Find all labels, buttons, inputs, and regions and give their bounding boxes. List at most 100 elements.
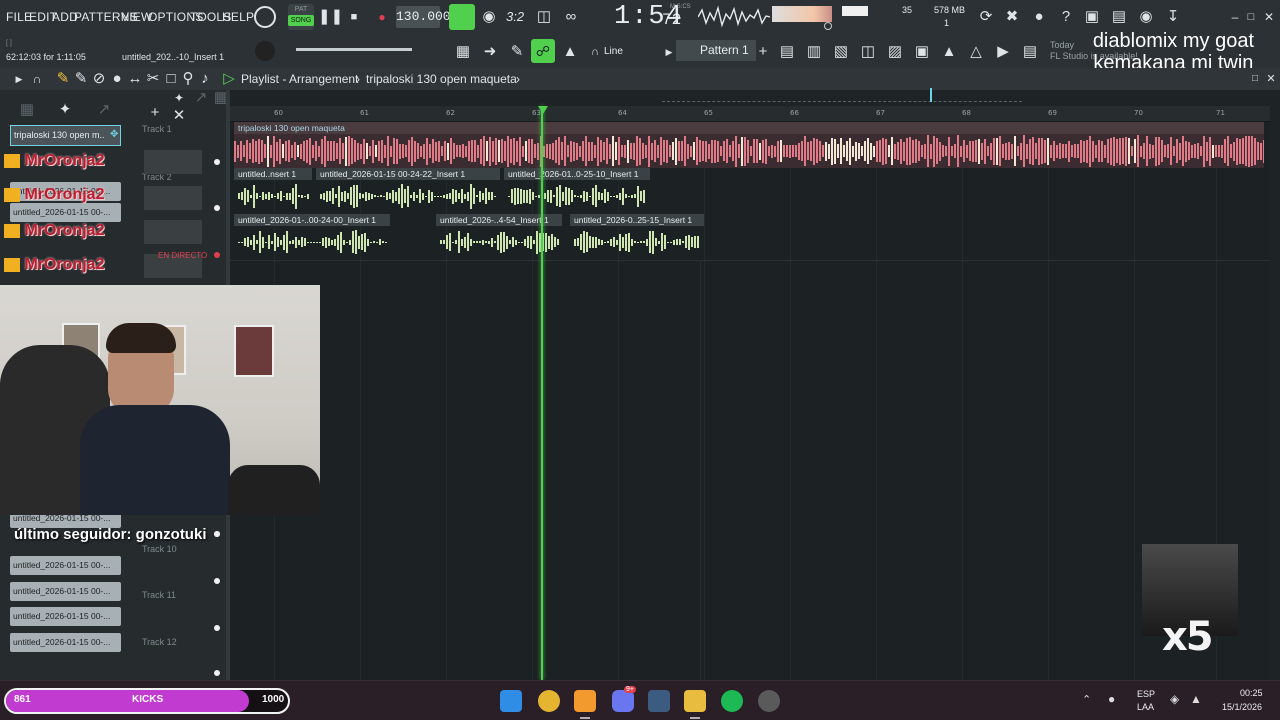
menu-help[interactable]: HELP <box>222 10 254 24</box>
stamp-icon[interactable]: ▲ <box>559 42 581 62</box>
browser-icon[interactable]: ▨ <box>884 42 906 62</box>
pitch-knob[interactable] <box>824 22 832 30</box>
windows-start-icon[interactable] <box>500 690 522 712</box>
wait-for-input-icon[interactable]: ◉ <box>478 7 500 27</box>
clock-time[interactable]: 00:25 <box>1240 688 1263 698</box>
cut-icon[interactable]: ✖ <box>1001 7 1023 27</box>
pattern-chip[interactable]: untitled_2026-01-15 00-... <box>10 607 121 626</box>
timeline-ruler[interactable]: 60 61 62 63 64 65 66 67 68 69 70 71 <box>230 106 1270 122</box>
download-icon[interactable]: ↧ <box>1162 7 1184 27</box>
snap-mode[interactable]: Line <box>604 46 623 57</box>
project-icon[interactable]: ▣ <box>911 42 933 62</box>
pattern-chip[interactable]: untitled_2026-01-15 00-... <box>10 203 121 222</box>
track-12-led[interactable] <box>214 625 220 631</box>
magnet-icon[interactable]: ∩ <box>584 42 606 62</box>
track-2-led[interactable] <box>214 205 220 211</box>
wifi-icon[interactable]: ◈ <box>1170 692 1179 706</box>
steam-icon[interactable] <box>648 690 670 712</box>
playlist-icon[interactable]: ▤ <box>776 42 798 62</box>
track-13-led[interactable] <box>214 670 220 676</box>
channel-knob[interactable] <box>255 41 275 61</box>
tray-mic-icon[interactable]: ● <box>1108 692 1115 706</box>
tutorial-icon[interactable]: ▶ <box>992 42 1014 62</box>
save-icon[interactable]: ▣ <box>1081 7 1103 27</box>
brush-icon[interactable]: ✎ <box>506 42 528 62</box>
discord-icon[interactable] <box>612 690 634 712</box>
pattern-chip[interactable]: untitled_2026-01-15 00-... <box>10 582 121 601</box>
track-9-led[interactable] <box>214 531 220 537</box>
refresh-icon[interactable]: ⟳ <box>975 7 997 27</box>
curve-icon[interactable]: ↗ <box>190 88 212 108</box>
pat-song-toggle[interactable]: PAT SONG <box>288 4 314 30</box>
overview-position[interactable] <box>930 88 932 102</box>
pause-icon[interactable]: ❚❚ <box>318 7 343 27</box>
track-11-led[interactable] <box>214 578 220 584</box>
pattern-chip[interactable]: untitled_2026-01-15 00-... <box>10 633 121 652</box>
piano-view-icon[interactable]: ▦ <box>16 100 38 120</box>
touch-icon[interactable]: △ <box>965 42 987 62</box>
main-pitch-slider[interactable] <box>296 48 412 51</box>
clip-audio[interactable]: untitled_2026-01-15 00-24-22_Insert 1 <box>316 168 500 214</box>
playback-icon[interactable]: ♪ <box>194 69 216 89</box>
pattern-selector[interactable]: Pattern 1 <box>676 40 756 61</box>
language-code[interactable]: ESP <box>1137 689 1155 699</box>
add-pattern-icon[interactable]: + <box>752 42 774 62</box>
chrome-icon[interactable] <box>538 690 560 712</box>
piano-roll-view-icon[interactable]: ▧ <box>830 42 852 62</box>
metronome-icon[interactable] <box>449 4 475 30</box>
playlist-grid[interactable]: tripaloski 130 open maqueta untitled..ns… <box>230 122 1270 680</box>
track-1-led[interactable] <box>214 159 220 165</box>
close-icon[interactable]: ✕ <box>1258 7 1280 27</box>
volume-icon[interactable]: ▲ <box>1190 692 1202 706</box>
track-11-label[interactable]: Track 11 <box>142 590 176 600</box>
add-track-icon[interactable]: + <box>144 103 166 123</box>
file-explorer-icon[interactable] <box>684 690 706 712</box>
stop-icon[interactable]: ■ <box>343 7 365 27</box>
clock-date[interactable]: 15/1/2026 <box>1222 702 1262 712</box>
overview-strip[interactable] <box>662 92 1022 102</box>
piano-roll-icon[interactable]: ▦ <box>452 42 474 62</box>
help-icon[interactable]: ? <box>1055 7 1077 27</box>
playhead-marker-icon[interactable] <box>538 106 548 114</box>
tray-chevron-icon[interactable]: ⌃ <box>1082 693 1091 706</box>
obs-icon[interactable] <box>758 690 780 712</box>
clip-audio[interactable]: untitled_2026-01..0-25-10_Insert 1 <box>504 168 650 214</box>
track-12-label[interactable]: Track 12 <box>142 637 177 647</box>
channel-rack-icon[interactable]: ▥ <box>803 42 825 62</box>
arrangement-name[interactable]: tripaloski 130 open maqueta <box>366 72 517 86</box>
export-icon[interactable]: ▤ <box>1108 7 1130 27</box>
pattern-move-icon[interactable]: ✥ <box>110 130 120 140</box>
microphone-icon[interactable]: ● <box>1028 7 1050 27</box>
clip-audio[interactable]: untitled_2026-0..25-15_Insert 1 <box>570 214 704 260</box>
loop-record-icon[interactable]: ∞ <box>560 7 582 27</box>
tempo-display[interactable]: 130.000 <box>396 6 451 28</box>
magnet-snap-icon[interactable]: ∩ <box>26 69 48 89</box>
track-3-led[interactable] <box>214 252 220 258</box>
keyboard-layout[interactable]: LAA <box>1137 702 1154 712</box>
clip-audio[interactable]: untitled_2026-01-..00-24-00_Insert 1 <box>234 214 390 260</box>
play-arrangement-icon[interactable]: ▷ <box>218 69 240 89</box>
step-edit-icon[interactable]: ◫ <box>533 7 555 27</box>
master-volume-knob[interactable] <box>254 6 276 28</box>
arrow-icon[interactable]: ➜ <box>479 42 501 62</box>
link-icon[interactable]: ☍ <box>531 39 555 63</box>
selected-pattern[interactable]: tripaloski 130 open m.. <box>10 125 121 146</box>
record-icon[interactable]: ● <box>371 7 393 27</box>
plugin-icon[interactable]: ▲ <box>938 42 960 62</box>
clip-audio[interactable]: untitled_2026-..4-54_Insert 1 <box>436 214 562 260</box>
playhead[interactable] <box>541 106 543 680</box>
track-1-label[interactable]: Track 1 <box>142 124 172 134</box>
mixer-icon[interactable]: ◫ <box>857 42 879 62</box>
clip-audio[interactable]: untitled..nsert 1 <box>234 168 312 214</box>
chat-icon[interactable]: ◉ <box>1135 7 1157 27</box>
automation-view-icon[interactable]: ↗ <box>93 100 115 120</box>
audio-view-icon[interactable]: ✦ <box>54 100 76 120</box>
clip-main[interactable]: tripaloski 130 open maqueta <box>234 122 1264 168</box>
zoom-horizontal-icon[interactable]: ✦ <box>168 88 190 108</box>
shop-icon[interactable]: ▤ <box>1019 42 1041 62</box>
track-10-label[interactable]: Track 10 <box>142 544 177 554</box>
fl-studio-icon[interactable] <box>574 690 596 712</box>
pattern-chip[interactable]: untitled_2026-01-15 00-... <box>10 556 121 575</box>
playlist-close-icon[interactable]: ✕ <box>1260 69 1280 89</box>
spotify-icon[interactable] <box>721 690 743 712</box>
